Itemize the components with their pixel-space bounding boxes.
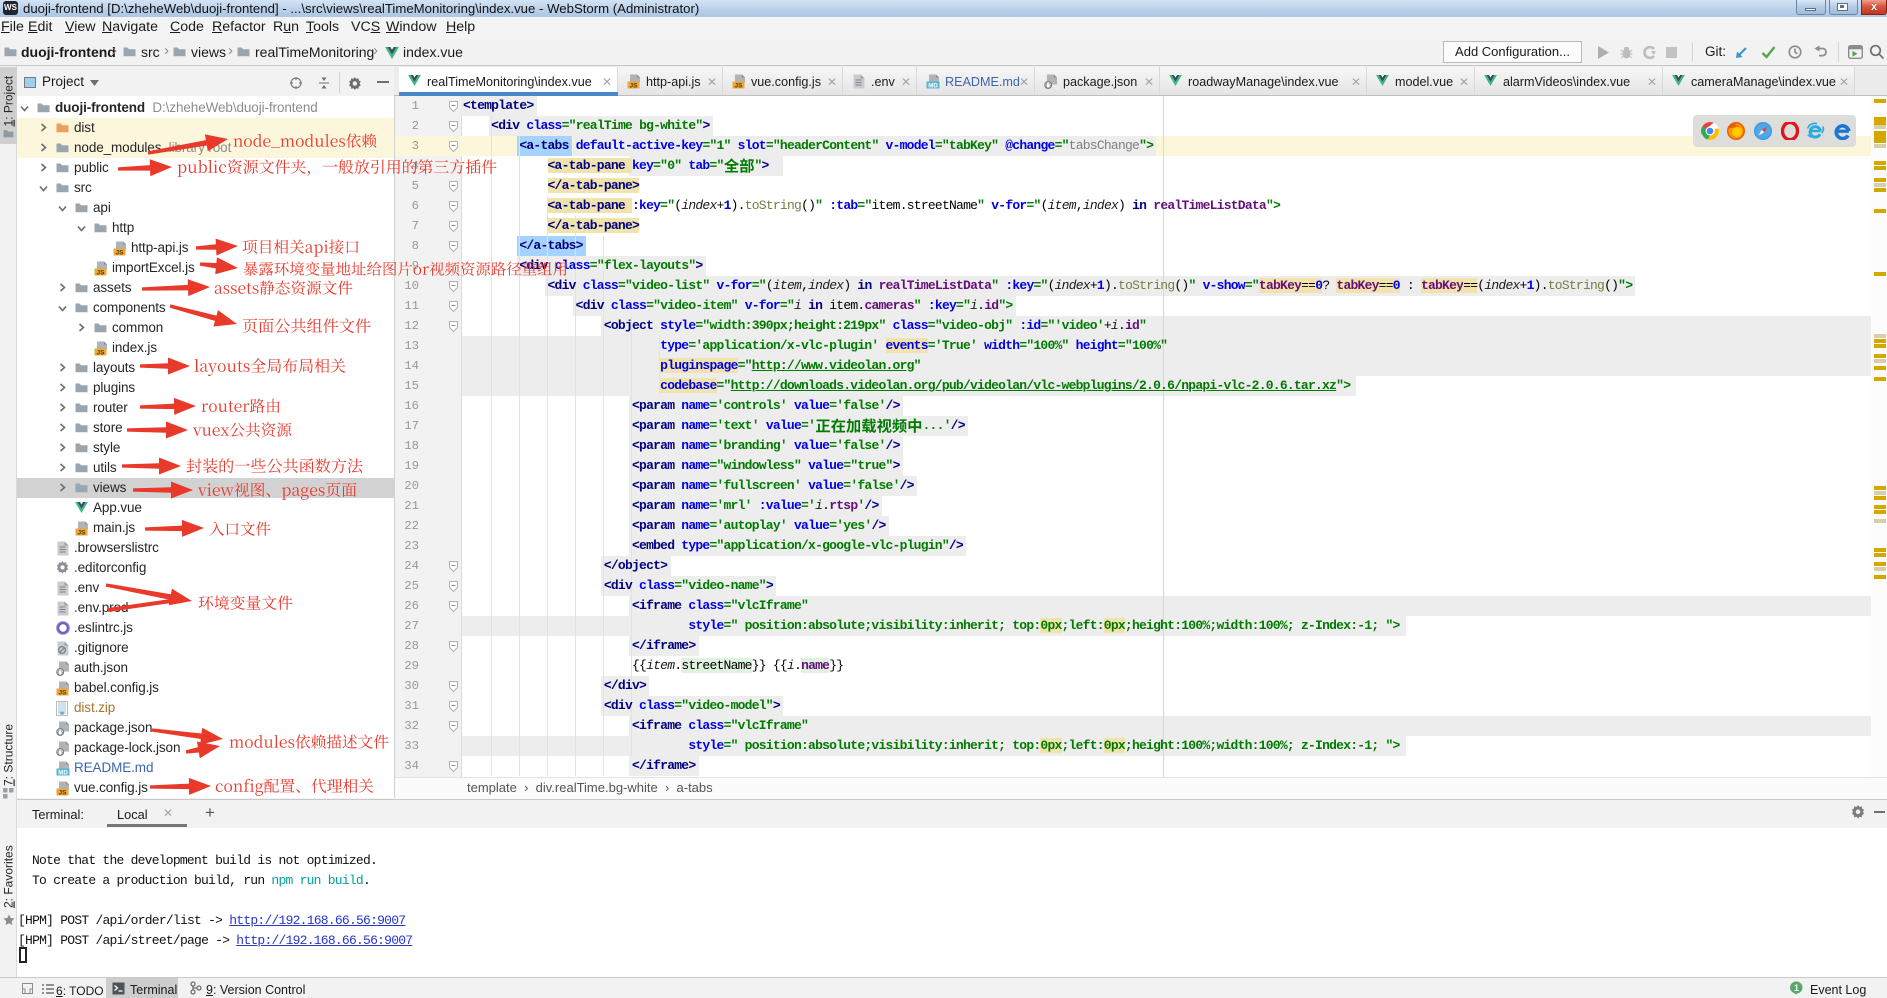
svg-text:JS: JS	[630, 82, 639, 89]
svg-text:{}: {}	[57, 729, 64, 736]
svg-text:JS: JS	[97, 349, 106, 356]
svg-text:{}: {}	[57, 669, 64, 676]
svg-text:MD: MD	[58, 769, 68, 776]
svg-text:JS: JS	[735, 82, 744, 89]
svg-text:JS: JS	[78, 529, 87, 536]
svg-text:JS: JS	[97, 269, 106, 276]
svg-text:MD: MD	[928, 82, 938, 89]
svg-text:{}: {}	[57, 749, 64, 756]
svg-text:JS: JS	[116, 249, 125, 256]
svg-text:2: Favorites: 2: Favorites	[2, 845, 16, 908]
svg-text:1: 1	[1794, 983, 1799, 993]
svg-text:{}: {}	[1045, 82, 1052, 89]
svg-text:JS: JS	[59, 789, 68, 796]
svg-text:1: Project: 1: Project	[2, 75, 16, 126]
svg-text:JS: JS	[59, 689, 68, 696]
svg-text:7: Structure: 7: Structure	[2, 724, 16, 786]
